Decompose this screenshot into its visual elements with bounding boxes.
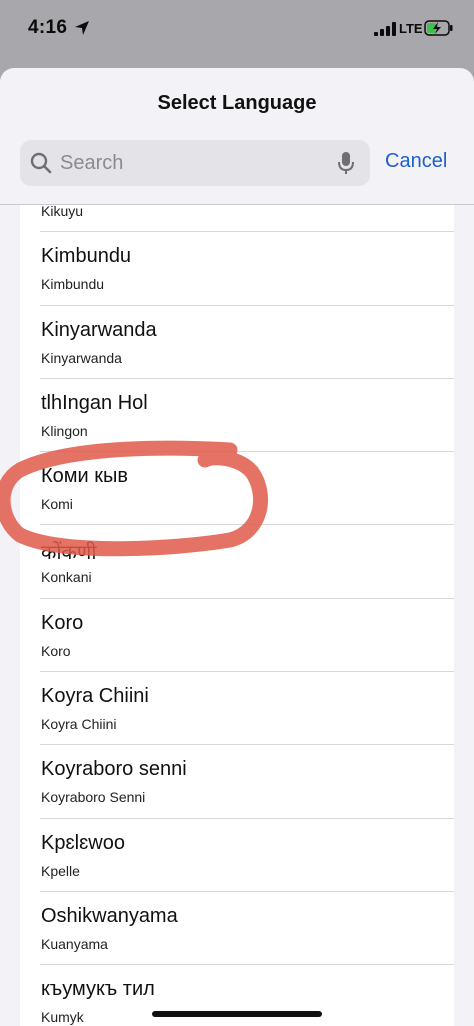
language-native-name: Koro: [41, 611, 84, 634]
language-english-name: Klingon: [41, 422, 88, 439]
language-row[interactable]: tlhIngan Hol Klingon: [40, 379, 454, 453]
sheet-title: Select Language: [157, 92, 317, 114]
language-list[interactable]: GikuyuKikuyuKimbunduKimbunduKinyarwandaK…: [20, 205, 454, 1026]
language-english-name: Kpelle: [41, 862, 80, 879]
language-row[interactable]: GikuyuKikuyu: [40, 205, 454, 233]
home-indicator: [152, 1011, 322, 1017]
language-native-name: Kinyarwanda: [41, 318, 157, 341]
language-english-name: Komi: [41, 496, 73, 513]
status-bar: 4:16 LTE: [0, 0, 474, 60]
language-native-name: Koyra Chiini: [41, 685, 149, 708]
cancel-button[interactable]: Cancel: [385, 150, 447, 173]
language-row[interactable]: Kinyarwanda Kinyarwanda: [40, 306, 454, 379]
language-row[interactable]: Koyra Chiini Koyra Chiini: [40, 672, 454, 746]
language-native-name: Kpɛlɛwoo: [41, 831, 125, 854]
language-native-name: कोंकणी: [41, 542, 97, 565]
battery-charging-icon: [424, 20, 453, 36]
network-type-label: LTE: [399, 21, 423, 36]
language-english-name: Kinyarwanda: [41, 349, 122, 366]
language-english-name: Kuanyama: [41, 935, 108, 952]
language-native-name: tlhIngan Hol: [41, 391, 148, 414]
language-row[interactable]: Kpɛlɛwoo Kpelle: [40, 819, 454, 892]
language-english-name: Kumyk: [41, 1009, 84, 1026]
language-native-name: Koyraboro senni: [41, 758, 187, 781]
language-row[interactable]: Oshikwanyama Kuanyama: [40, 892, 454, 966]
language-english-name: Koyraboro Senni: [41, 789, 146, 806]
language-native-name: къумукъ тил: [41, 978, 155, 1001]
language-row[interactable]: Коми кыв Komi: [40, 452, 454, 526]
language-row[interactable]: Kimbundu Kimbundu: [40, 232, 454, 306]
search-input[interactable]: [60, 148, 330, 178]
language-row[interactable]: Koyraboro senni Koyraboro Senni: [40, 745, 454, 819]
language-native-name: Kimbundu: [41, 245, 132, 268]
language-english-name: Kimbundu: [41, 276, 105, 293]
language-row[interactable]: कोंकणी Konkani: [40, 525, 454, 599]
microphone-icon[interactable]: [338, 151, 354, 175]
signal-bars-icon: [374, 22, 396, 36]
language-native-name: Коми кыв: [41, 465, 129, 488]
language-native-name: Oshikwanyama: [41, 904, 178, 927]
language-english-name: Kikuyu: [41, 205, 84, 219]
language-english-name: Konkani: [41, 569, 92, 586]
language-picker-sheet: Select Language Cancel GikuyuKikuyuKimbu…: [0, 68, 474, 1026]
search-bar[interactable]: [20, 140, 370, 186]
language-english-name: Koro: [41, 642, 71, 659]
language-english-name: Koyra Chiini: [41, 716, 117, 733]
language-list-content: GikuyuKikuyuKimbunduKimbunduKinyarwandaK…: [20, 205, 454, 1026]
location-arrow-icon: [75, 21, 89, 35]
search-icon: [30, 152, 52, 174]
status-time: 4:16: [28, 17, 68, 38]
language-row[interactable]: Koro Koro: [40, 599, 454, 673]
